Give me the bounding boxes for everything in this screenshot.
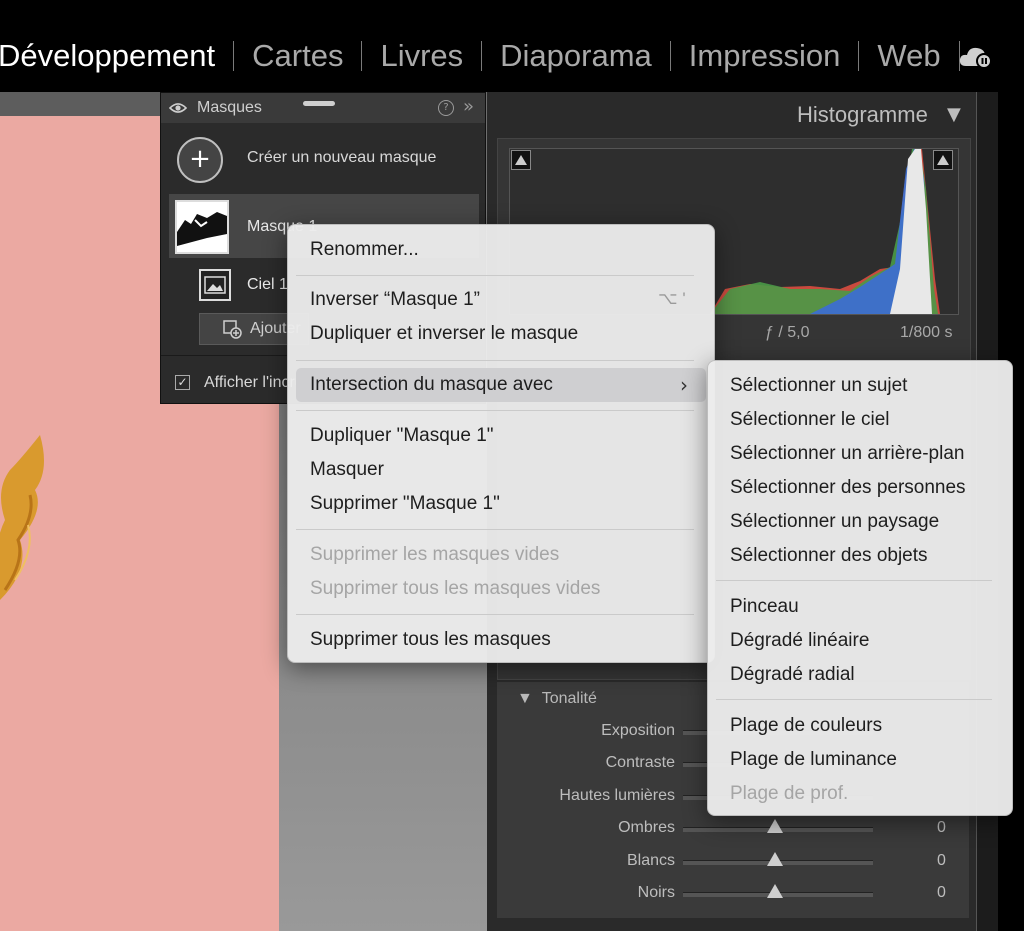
- module-separator: [361, 41, 363, 71]
- slider-thumb[interactable]: [767, 819, 783, 833]
- module-book[interactable]: Livres: [380, 38, 463, 74]
- submenu-brush[interactable]: Pinceau: [730, 596, 799, 618]
- module-map[interactable]: Cartes: [252, 38, 343, 74]
- canvas-top-strip: [0, 92, 160, 116]
- chevron-right-icon: ›: [680, 373, 688, 397]
- submenu-select-people[interactable]: Sélectionner des personnes: [730, 477, 966, 499]
- cloud-sync-icon[interactable]: [958, 44, 994, 70]
- submenu-depth-range: Plage de prof.: [730, 783, 849, 804]
- show-overlay-checkbox[interactable]: ✓: [175, 375, 190, 390]
- slider-shadows[interactable]: Ombres 0: [497, 813, 969, 843]
- menu-invert-shortcut: ⌥ ': [658, 289, 686, 308]
- masks-panel-title: Masques: [197, 99, 262, 116]
- module-separator: [233, 41, 235, 71]
- mask-thumbnail-image: [177, 212, 227, 246]
- menu-separator: [296, 529, 694, 530]
- sky-component-icon[interactable]: [199, 269, 231, 301]
- module-print[interactable]: Impression: [689, 38, 841, 74]
- slider-thumb[interactable]: [767, 852, 783, 866]
- menu-separator: [716, 699, 992, 700]
- slider-value[interactable]: 0: [937, 819, 946, 837]
- menu-duplicate[interactable]: Dupliquer "Masque 1": [310, 425, 494, 447]
- menu-separator: [296, 360, 694, 361]
- module-picker: Développement Cartes Livres Diaporama Im…: [0, 38, 978, 74]
- menu-delete-all[interactable]: Supprimer tous les masques: [310, 629, 551, 651]
- eye-icon[interactable]: [169, 102, 187, 114]
- menu-delete-empty: Supprimer les masques vides: [310, 544, 560, 565]
- submenu-select-objects[interactable]: Sélectionner des objets: [730, 545, 928, 567]
- create-mask-label[interactable]: Créer un nouveau masque: [247, 149, 436, 167]
- module-separator: [858, 41, 860, 71]
- slider-value[interactable]: 0: [937, 884, 946, 902]
- module-separator: [481, 41, 483, 71]
- aperture-value: ƒ / 5,0: [765, 324, 810, 341]
- module-develop[interactable]: Développement: [0, 38, 215, 74]
- menu-hide[interactable]: Masquer: [310, 459, 384, 481]
- slider-label: Blancs: [626, 852, 675, 869]
- tone-section-header[interactable]: ▼ Tonalité: [517, 690, 597, 708]
- drag-handle-icon[interactable]: [303, 101, 335, 106]
- slider-label: Noirs: [637, 884, 675, 901]
- menu-rename[interactable]: Renommer...: [310, 239, 419, 261]
- slider-whites[interactable]: Blancs 0: [497, 846, 969, 876]
- mask-context-menu: Renommer... Inverser “Masque 1” ⌥ ' Dupl…: [287, 224, 715, 663]
- menu-separator: [296, 410, 694, 411]
- submenu-radial-gradient[interactable]: Dégradé radial: [730, 664, 855, 686]
- tone-section-title: Tonalité: [541, 690, 597, 707]
- slider-label: Contraste: [605, 754, 675, 771]
- menu-invert[interactable]: Inverser “Masque 1”: [310, 289, 480, 311]
- submenu-select-background[interactable]: Sélectionner un arrière-plan: [730, 443, 964, 465]
- slider-label: Hautes lumières: [559, 787, 675, 804]
- module-bar: Développement Cartes Livres Diaporama Im…: [0, 0, 1024, 92]
- mask-thumbnail: [175, 200, 229, 254]
- histogram-title[interactable]: Histogramme: [797, 102, 928, 128]
- slider-thumb[interactable]: [767, 884, 783, 898]
- mask-component-name[interactable]: Ciel 1: [247, 276, 288, 294]
- menu-separator: [296, 614, 694, 615]
- slider-label: Ombres: [618, 819, 675, 836]
- slider-value[interactable]: 0: [937, 852, 946, 870]
- highlight-clipping-icon[interactable]: [933, 150, 953, 170]
- masks-panel-header[interactable]: Masques ? »: [161, 93, 485, 123]
- submenu-select-subject[interactable]: Sélectionner un sujet: [730, 375, 907, 397]
- create-mask-button[interactable]: +: [177, 137, 223, 183]
- submenu-linear-gradient[interactable]: Dégradé linéaire: [730, 630, 869, 652]
- slider-blacks[interactable]: Noirs 0: [497, 878, 969, 908]
- menu-duplicate-invert[interactable]: Dupliquer et inverser le masque: [310, 323, 578, 345]
- submenu-select-sky[interactable]: Sélectionner le ciel: [730, 409, 889, 431]
- collapse-icon[interactable]: »: [463, 96, 474, 117]
- submenu-luminance-range[interactable]: Plage de luminance: [730, 749, 897, 771]
- menu-intersect[interactable]: Intersection du masque avec: [310, 374, 553, 396]
- photo-subject: [0, 435, 44, 600]
- submenu-select-landscape[interactable]: Sélectionner un paysage: [730, 511, 939, 533]
- add-mask-icon: [223, 320, 242, 339]
- shutter-value: 1/800 s: [900, 324, 953, 341]
- menu-separator: [296, 275, 694, 276]
- slider-label: Exposition: [601, 722, 675, 739]
- menu-delete[interactable]: Supprimer "Masque 1": [310, 493, 500, 515]
- intersect-submenu: Sélectionner un sujet Sélectionner le ci…: [707, 360, 1013, 816]
- module-web[interactable]: Web: [877, 38, 940, 74]
- submenu-color-range[interactable]: Plage de couleurs: [730, 715, 882, 737]
- help-icon[interactable]: ?: [438, 100, 454, 116]
- module-separator: [669, 41, 671, 71]
- shadow-clipping-icon[interactable]: [511, 150, 531, 170]
- module-slideshow[interactable]: Diaporama: [500, 38, 652, 74]
- menu-separator: [716, 580, 992, 581]
- collapse-triangle-icon[interactable]: ▼: [947, 104, 961, 125]
- menu-delete-all-empty: Supprimer tous les masques vides: [310, 578, 601, 599]
